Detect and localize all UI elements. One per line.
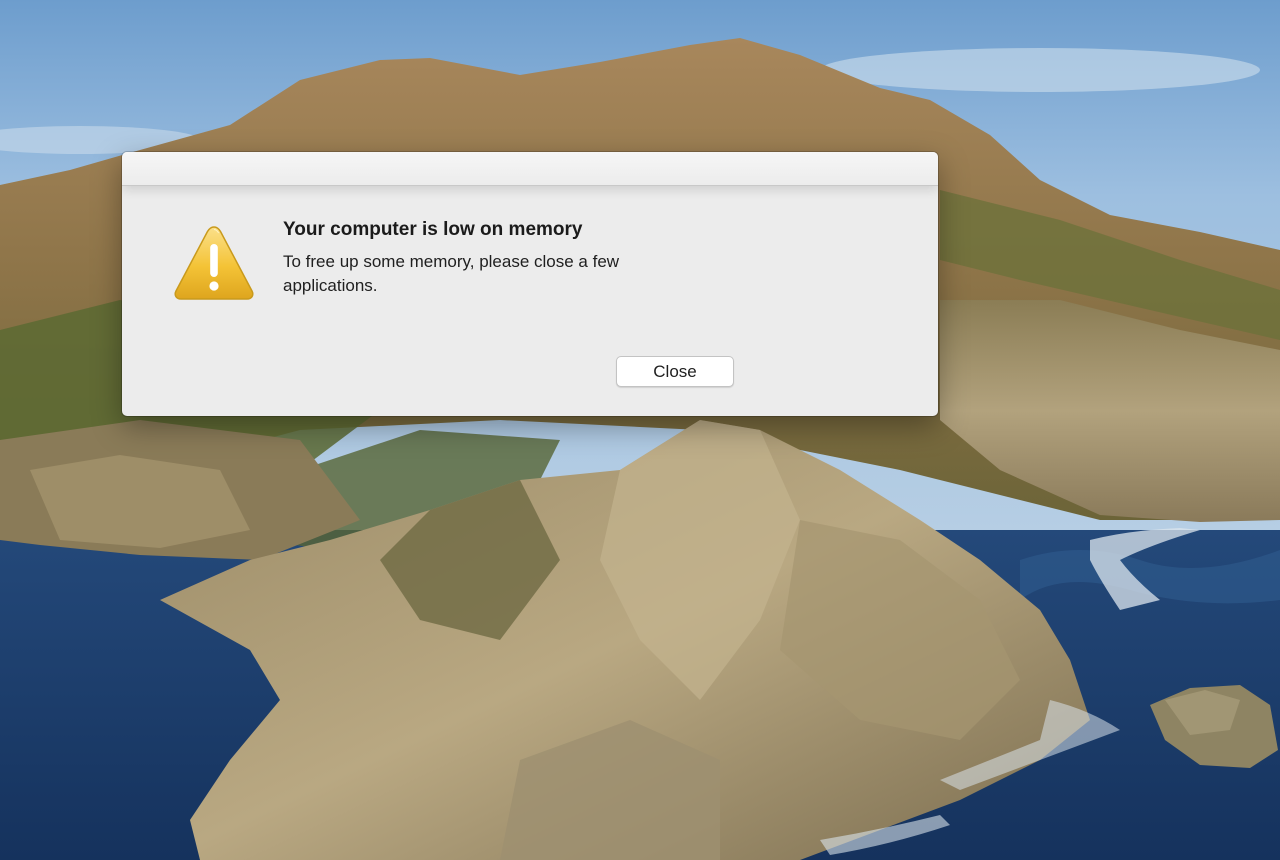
desktop: Your computer is low on memory To free u…: [0, 0, 1280, 860]
alert-message: To free up some memory, please close a f…: [283, 252, 620, 295]
desktop-wallpaper: [0, 0, 1280, 860]
alert-title: Your computer is low on memory: [283, 219, 583, 240]
close-button[interactable]: Close: [616, 356, 734, 387]
warning-icon: [174, 226, 254, 300]
alert-titlebar: [122, 152, 938, 186]
low-memory-alert: Your computer is low on memory To free u…: [122, 152, 938, 416]
